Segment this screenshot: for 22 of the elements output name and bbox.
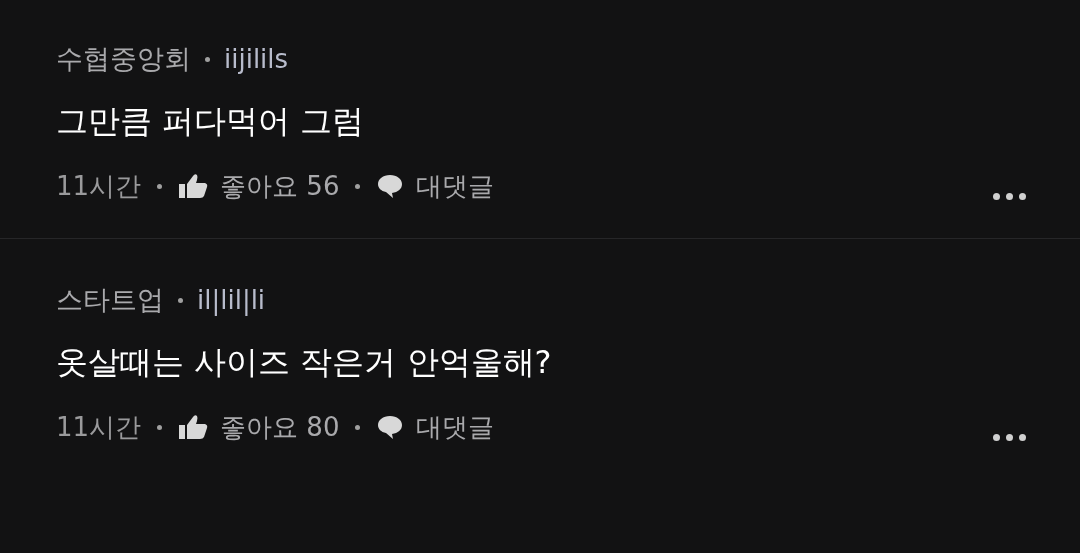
- separator-dot: [355, 183, 361, 189]
- speech-bubble-icon: [376, 173, 405, 199]
- speech-bubble-icon: [376, 414, 405, 440]
- thumbs-up-icon: [178, 414, 209, 440]
- reply-button[interactable]: 대댓글: [376, 409, 495, 445]
- username: iijilils: [224, 44, 289, 74]
- comment-text: 그만큼 퍼다먹어 그럼: [56, 101, 366, 142]
- separator-dot: [355, 424, 361, 430]
- thumbs-up-icon: [178, 173, 209, 199]
- timestamp: 11시간: [56, 410, 142, 444]
- author-name: 수협중앙회: [56, 42, 191, 76]
- like-button[interactable]: 좋아요 56: [178, 168, 340, 204]
- author-name: 스타트업: [56, 283, 164, 317]
- timestamp: 11시간: [56, 169, 142, 203]
- separator-dot: [178, 297, 183, 303]
- separator-dot: [157, 183, 163, 189]
- comment-text: 옷살때는 사이즈 작은거 안억울해?: [56, 342, 553, 383]
- username: il|lil|li: [197, 285, 266, 315]
- separator-dot: [157, 424, 163, 430]
- reply-button[interactable]: 대댓글: [376, 168, 495, 204]
- like-button[interactable]: 좋아요 80: [178, 409, 340, 445]
- separator-dot: [205, 56, 210, 62]
